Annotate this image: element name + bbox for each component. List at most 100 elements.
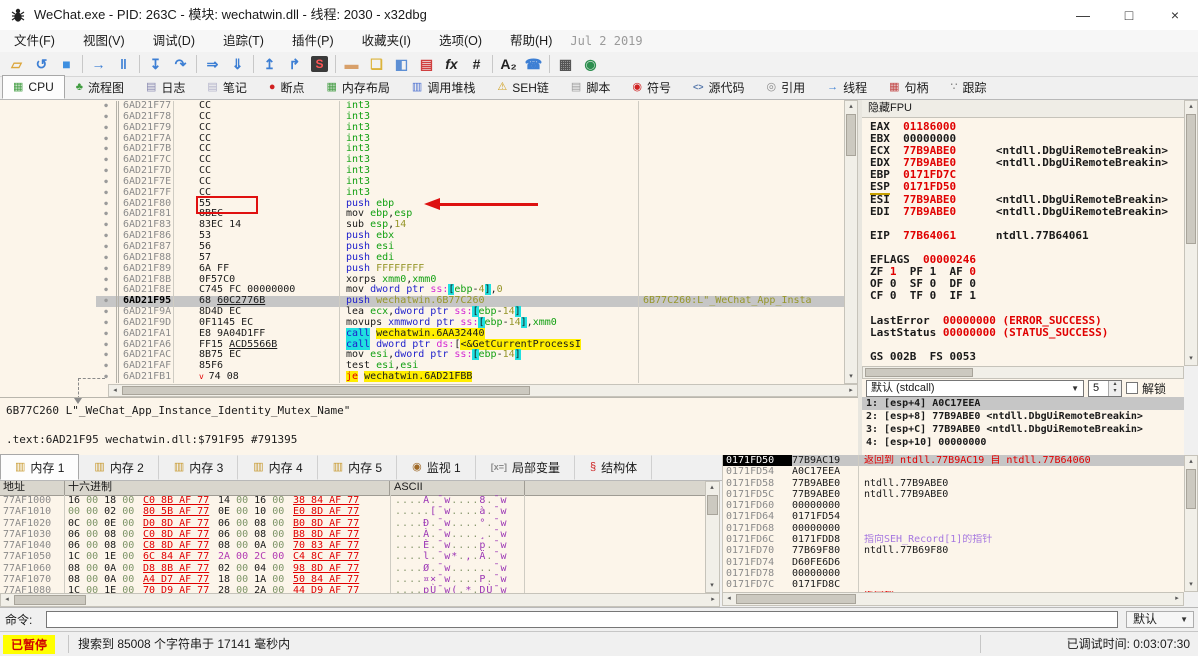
scroll-down-icon[interactable]: ▾: [1185, 353, 1197, 365]
tab-watch-1[interactable]: ◉ 监视 1: [397, 455, 476, 480]
argument-row[interactable]: 3: [esp+C] 77B9ABE0 <ntdll.DbgUiRemoteBr…: [862, 423, 1184, 436]
argument-row[interactable]: 1: [esp+4] A0C17EEA: [862, 397, 1184, 410]
breakpoint-dot-icon[interactable]: ●: [96, 144, 116, 155]
step-into-icon[interactable]: ↧: [143, 53, 168, 75]
hash-icon[interactable]: #: [464, 53, 489, 75]
stack-row[interactable]: 0171FD64 0171FD54: [723, 511, 1185, 523]
assembler-icon[interactable]: A₂: [496, 53, 521, 75]
stack-horizontal-scrollbar[interactable]: ◂ ▸: [722, 592, 1184, 606]
run-to-user-code-icon[interactable]: ↱: [282, 53, 307, 75]
disasm-vertical-scrollbar[interactable]: ▴ ▾: [844, 100, 858, 384]
tab-notes[interactable]: ▤ 笔记: [196, 76, 257, 99]
tab-seh[interactable]: ⚠ SEH链: [486, 76, 560, 99]
close-button[interactable]: ×: [1152, 0, 1198, 30]
stop-icon[interactable]: ■: [54, 53, 79, 75]
tab-trace[interactable]: ∵ 跟踪: [940, 76, 998, 99]
open-file-icon[interactable]: ▱: [4, 53, 29, 75]
breakpoint-dot-icon[interactable]: ●: [96, 123, 116, 134]
menu-item[interactable]: 追踪(T): [209, 30, 278, 52]
stack-row[interactable]: 0171FD68 00000000: [723, 522, 1185, 535]
minimize-button[interactable]: —: [1060, 0, 1106, 30]
menu-item[interactable]: 插件(P): [278, 30, 348, 52]
bookmarks-icon[interactable]: ▤: [414, 53, 439, 75]
argument-row[interactable]: 2: [esp+8] 77B9ABE0 <ntdll.DbgUiRemoteBr…: [862, 410, 1184, 423]
scrollbar-thumb[interactable]: [122, 385, 530, 395]
restart-icon[interactable]: ↺: [29, 53, 54, 75]
scrollbar-thumb[interactable]: [846, 114, 856, 156]
breakpoint-dot-icon[interactable]: ●: [96, 350, 116, 361]
menu-item[interactable]: 选项(O): [425, 30, 496, 52]
tab-graph[interactable]: ♣ 流程图: [65, 76, 135, 99]
scroll-down-icon[interactable]: ▾: [845, 371, 857, 383]
labels-icon[interactable]: ◧: [389, 53, 414, 75]
register-line[interactable]: EDI 77B9ABE0 <ntdll.DbgUiRemoteBreakin>: [862, 205, 1184, 218]
calling-convention-select[interactable]: 默认 (stdcall) ▼: [866, 379, 1084, 397]
animate-into-icon[interactable]: ⇒: [200, 53, 225, 75]
scroll-left-icon[interactable]: ◂: [109, 385, 121, 397]
disasm-row[interactable]: ● 6AD21FB1 v 74 08 je wechatwin.6AD21FBB: [0, 371, 858, 383]
tab-dump-5[interactable]: ▥ 内存 5: [318, 455, 398, 480]
spinner-arrows-icon[interactable]: ▴ ▾: [1108, 380, 1121, 396]
calculator-icon[interactable]: ▦: [553, 53, 578, 75]
tab-breakpoints[interactable]: ● 断点: [258, 76, 316, 99]
tab-log[interactable]: ▤ 日志: [135, 76, 196, 99]
dump-row[interactable]: 77AF1040 06 00 08 00 C8 8D AF 77 08 00 0A 0…: [0, 540, 705, 552]
stack-row[interactable]: 0171FD60 00000000: [723, 500, 1185, 512]
tab-struct[interactable]: § 结构体: [575, 455, 653, 480]
stack-row[interactable]: 0171FD70 77B69F80 ntdll.77B69F80: [723, 545, 1185, 557]
patches-icon[interactable]: ▬: [339, 53, 364, 75]
scroll-up-icon[interactable]: ▴: [1185, 101, 1197, 113]
disasm-row[interactable]: ● 6AD21F7F CC int3: [0, 187, 858, 199]
scroll-up-icon[interactable]: ▴: [706, 482, 718, 494]
dump-row[interactable]: 77AF1020 0C 00 0E 00 D0 8D AF 77 06 00 08 0…: [0, 517, 705, 529]
unlock-checkbox[interactable]: [1126, 382, 1138, 394]
run-icon[interactable]: →: [86, 53, 111, 75]
scroll-down-icon[interactable]: ▾: [1185, 579, 1197, 591]
settings-globe-icon[interactable]: ◉: [578, 53, 603, 75]
tab-dump-4[interactable]: ▥ 内存 4: [238, 455, 318, 480]
breakpoint-dot-icon[interactable]: ●: [96, 264, 116, 275]
register-line[interactable]: GS 002B FS 0053: [862, 350, 1184, 363]
command-mode-select[interactable]: 默认 ▼: [1126, 611, 1194, 628]
command-input[interactable]: [46, 611, 1118, 628]
breakpoint-dot-icon[interactable]: ●: [96, 134, 116, 145]
tab-threads[interactable]: → 线程: [816, 76, 878, 99]
breakpoint-dot-icon[interactable]: ●: [96, 253, 116, 264]
breakpoint-dot-icon[interactable]: ●: [96, 285, 116, 296]
register-line[interactable]: LastStatus 00000000 (STATUS_SUCCESS): [862, 326, 1184, 339]
breakpoint-dot-icon[interactable]: ●: [96, 220, 116, 231]
breakpoint-dot-icon[interactable]: ●: [96, 188, 116, 199]
breakpoint-dot-icon[interactable]: ●: [96, 340, 116, 351]
scrollbar-thumb[interactable]: [865, 368, 973, 377]
step-down-icon[interactable]: ⇓: [225, 53, 250, 75]
stack-row[interactable]: 0171FD7C 0171FD8C: [723, 579, 1185, 591]
breakpoint-dot-icon[interactable]: ●: [96, 329, 116, 340]
tab-call-stack[interactable]: ▥ 调用堆栈: [401, 76, 486, 99]
stack-row[interactable]: 0171FD5C 77B9ABE0 ntdll.77B9ABE0: [723, 488, 1185, 501]
scrollbar-thumb[interactable]: [14, 595, 86, 605]
maximize-button[interactable]: □: [1106, 0, 1152, 30]
tab-cpu[interactable]: ▦ CPU: [2, 75, 65, 99]
scroll-right-icon[interactable]: ▸: [845, 385, 857, 397]
menu-item[interactable]: 帮助(H): [496, 30, 566, 52]
breakpoint-dot-icon[interactable]: ●: [96, 275, 116, 286]
stack-row[interactable]: 0171FD78 00000000: [723, 567, 1185, 580]
stack-row[interactable]: 0171FD58 77B9ABE0 ntdll.77B9ABE0: [723, 477, 1185, 489]
stack-row[interactable]: 0171FD54 A0C17EEA: [723, 466, 1185, 478]
execute-till-return-icon[interactable]: ↥: [257, 53, 282, 75]
registers-horizontal-scrollbar[interactable]: [862, 366, 1184, 379]
breakpoint-dot-icon[interactable]: ●: [96, 166, 116, 177]
disasm-row[interactable]: ● 6AD21F79 CC int3: [0, 122, 858, 134]
scylla-icon[interactable]: S: [307, 53, 332, 75]
scroll-right-icon[interactable]: ▸: [707, 594, 719, 606]
scrollbar-thumb[interactable]: [1186, 114, 1196, 244]
tab-source[interactable]: <> 源代码: [682, 76, 756, 99]
tab-references[interactable]: ◎ 引用: [755, 76, 816, 99]
dump-vertical-scrollbar[interactable]: ▴ ▾: [705, 481, 720, 593]
argument-row[interactable]: 4: [esp+10] 00000000: [862, 436, 1184, 449]
dump-row[interactable]: 77AF1050 1C 00 1E 00 6C 84 AF 77 2A 00 2C 0…: [0, 551, 705, 563]
register-line[interactable]: EIP 77B64061 ntdll.77B64061: [862, 229, 1184, 242]
dump-row[interactable]: 77AF1070 08 00 0A 00 A4 D7 AF 77 18 00 1A 0…: [0, 574, 705, 586]
menu-item[interactable]: 收藏夹(I): [348, 30, 425, 52]
scroll-up-icon[interactable]: ▴: [1185, 456, 1197, 468]
